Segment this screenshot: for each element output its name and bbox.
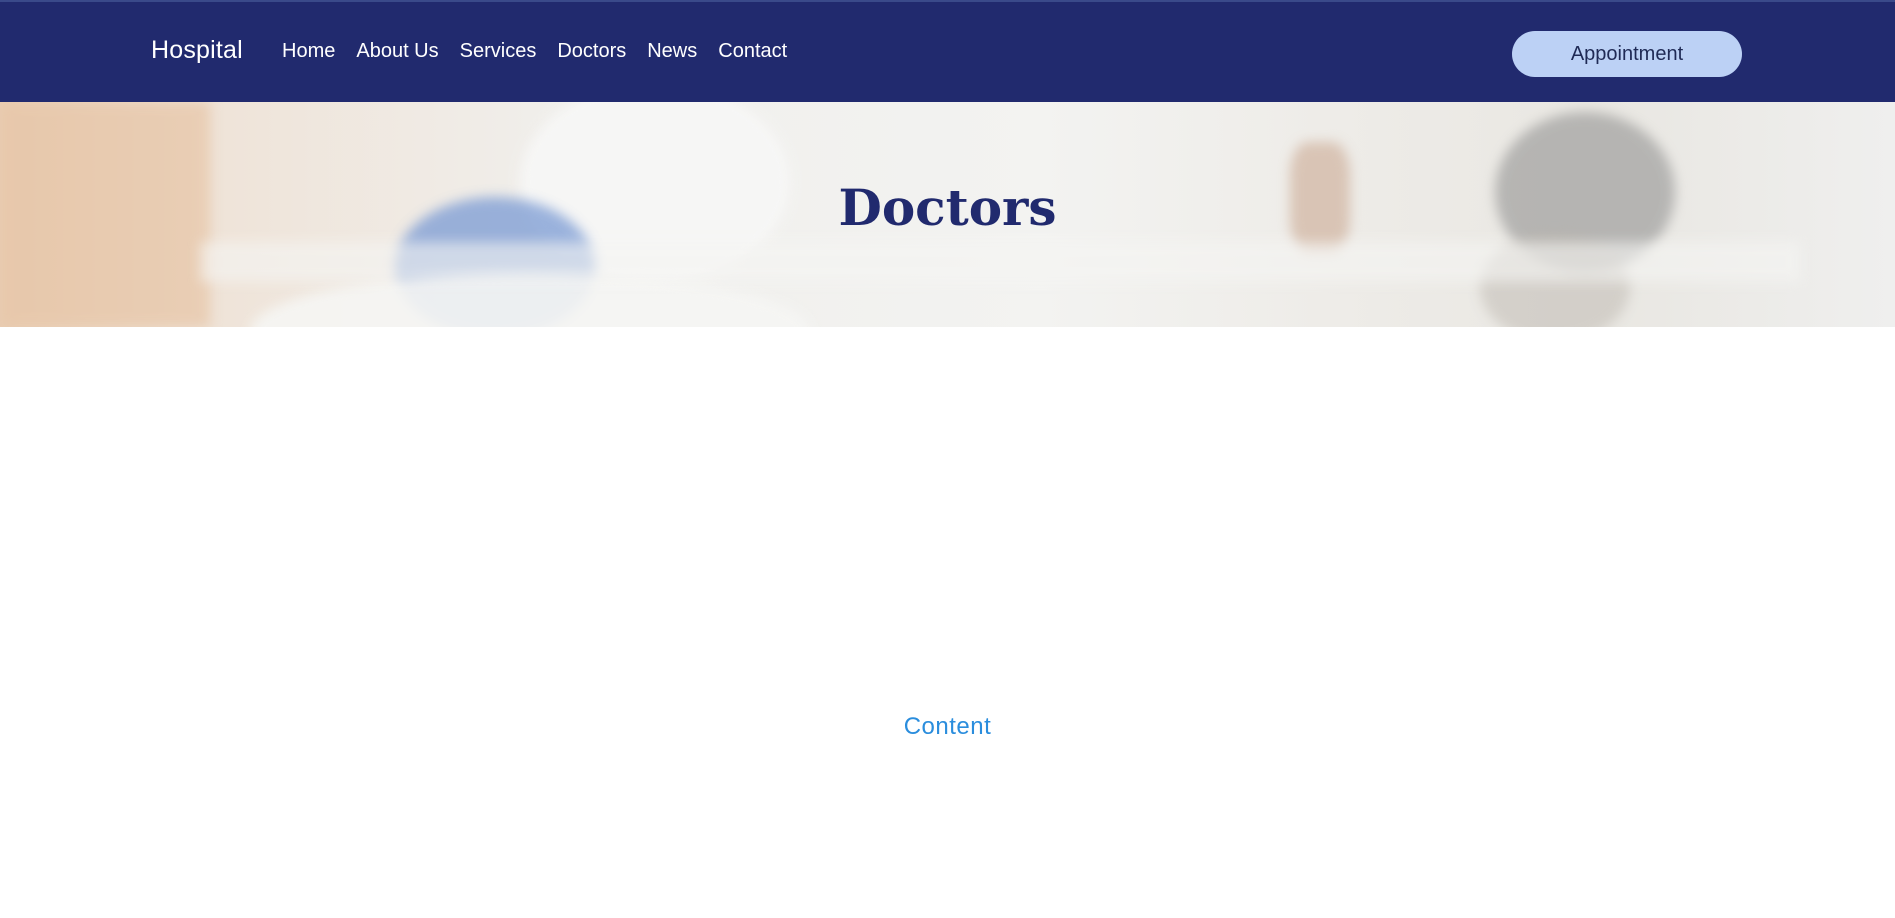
nav-home[interactable]: Home — [282, 40, 335, 63]
nav-about-us[interactable]: About Us — [356, 40, 438, 63]
nav-doctors[interactable]: Doctors — [557, 40, 626, 63]
main-nav: Home About Us Services Doctors News Cont… — [282, 40, 787, 63]
appointment-button[interactable]: Appointment — [1512, 31, 1742, 77]
hero-banner: Doctors — [0, 102, 1895, 327]
page-title: Doctors — [838, 178, 1057, 237]
hero-bg-shelf-shape — [200, 242, 1800, 282]
nav-services[interactable]: Services — [460, 40, 537, 63]
brand-logo[interactable]: Hospital — [151, 36, 243, 65]
content-link[interactable]: Content — [0, 713, 1895, 741]
nav-news[interactable]: News — [647, 40, 697, 63]
nav-contact[interactable]: Contact — [718, 40, 787, 63]
site-header: Hospital Home About Us Services Doctors … — [0, 0, 1895, 102]
